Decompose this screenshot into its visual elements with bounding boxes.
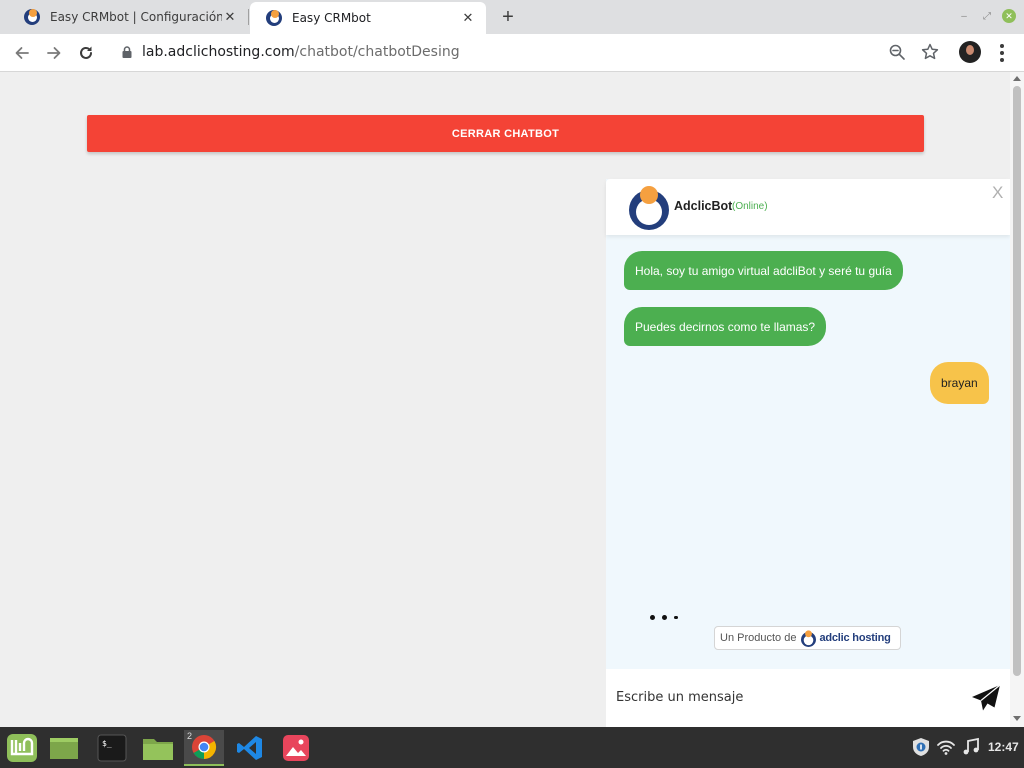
- tab-title: Easy CRMbot | Configuración: [50, 10, 222, 24]
- reload-button[interactable]: [74, 41, 98, 65]
- system-clock[interactable]: 12:47: [988, 740, 1019, 754]
- brand-name-hosting: hosting: [849, 632, 891, 644]
- arrow-left-icon: [15, 47, 29, 59]
- bookmark-star-icon[interactable]: [920, 42, 940, 62]
- adclic-favicon-icon: [24, 9, 40, 25]
- arrow-right-icon: [47, 47, 61, 59]
- close-chatbot-button[interactable]: CERRAR CHATBOT: [87, 115, 924, 152]
- tab-close-icon[interactable]: ✕: [460, 10, 476, 26]
- reload-icon: [80, 46, 92, 59]
- bot-message: Hola, soy tu amigo virtual adcliBot y se…: [624, 251, 903, 290]
- profile-avatar[interactable]: [959, 41, 981, 63]
- new-tab-button[interactable]: +: [497, 6, 519, 28]
- url-host: lab.adclichosting.com: [142, 44, 295, 60]
- back-button[interactable]: [10, 41, 34, 65]
- bot-name: AdclicBot: [674, 199, 733, 213]
- image-viewer-icon: [283, 735, 309, 761]
- sound-music-icon[interactable]: [961, 737, 981, 757]
- shield-update-icon[interactable]: [911, 737, 931, 757]
- browser-toolbar: lab.adclichosting.com/chatbot/chatbotDes…: [0, 34, 1024, 72]
- bot-message: Puedes decirnos como te llamas?: [624, 307, 827, 346]
- brand-name-adclic: adclic: [819, 632, 850, 644]
- adclic-logo-icon: [801, 629, 817, 647]
- chatbot-widget: AdclicBot (Online) X Hola, soy tu amigo …: [606, 179, 1010, 727]
- address-bar[interactable]: lab.adclichosting.com/chatbot/chatbotDes…: [106, 37, 952, 67]
- minimize-window-icon[interactable]: –: [957, 9, 971, 23]
- tab-easy-crmbot[interactable]: Easy CRMbot ✕: [250, 2, 486, 34]
- bot-status: (Online): [732, 201, 768, 212]
- maximize-window-icon[interactable]: ⤢: [980, 9, 994, 23]
- zoom-icon[interactable]: [888, 43, 906, 61]
- powered-by-badge: Un Producto de adclic hosting: [714, 626, 901, 650]
- chrome-icon: [192, 735, 217, 759]
- tab-title: Easy CRMbot: [292, 11, 371, 25]
- svg-text:$_: $_: [102, 739, 112, 748]
- user-message: brayan: [930, 362, 989, 404]
- url-text: lab.adclichosting.com/chatbot/chatbotDes…: [142, 44, 460, 60]
- page-scrollbar[interactable]: [1010, 72, 1024, 727]
- taskbar-show-desktop[interactable]: [44, 730, 84, 766]
- tab-divider: [248, 9, 249, 25]
- scroll-up-arrow-icon[interactable]: [1013, 76, 1021, 81]
- url-path: /chatbot/chatbotDesing: [294, 44, 460, 60]
- browser-menu-icon[interactable]: [992, 43, 1012, 63]
- tab-close-icon[interactable]: ✕: [222, 9, 238, 25]
- powered-by-brand: adclic hosting: [819, 632, 890, 644]
- linux-mint-icon: [7, 734, 37, 762]
- taskbar-vscode[interactable]: [230, 730, 270, 766]
- scroll-down-arrow-icon[interactable]: [1013, 716, 1021, 721]
- lock-icon: [122, 46, 132, 58]
- adclicbot-logo-icon: [629, 186, 669, 230]
- terminal-icon: $_: [97, 734, 127, 762]
- vscode-icon: [237, 736, 262, 760]
- window-count-badge: 2: [187, 731, 193, 741]
- os-taskbar: $_ 2 12:47: [0, 727, 1024, 768]
- folder-icon: [143, 739, 173, 760]
- taskbar-files[interactable]: [138, 730, 178, 766]
- taskbar-image-viewer[interactable]: [276, 730, 316, 766]
- message-input[interactable]: [616, 685, 956, 709]
- forward-button[interactable]: [42, 41, 66, 65]
- page-content: CERRAR CHATBOT AdclicBot (Online) X Hola…: [0, 72, 1010, 727]
- chat-close-button[interactable]: X: [992, 183, 1003, 203]
- typing-indicator: [650, 615, 678, 620]
- mint-menu-button[interactable]: [2, 730, 42, 766]
- close-window-icon[interactable]: ✕: [1002, 9, 1016, 23]
- desktop-icon: [50, 738, 78, 759]
- browser-tabstrip: Easy CRMbot | Configuración ✕ Easy CRMbo…: [0, 0, 1024, 34]
- powered-by-text: Un Producto de: [720, 632, 797, 644]
- adclic-favicon-icon: [266, 10, 282, 26]
- message-composer: [606, 669, 1010, 727]
- scroll-thumb[interactable]: [1013, 86, 1021, 676]
- chatbot-header: AdclicBot (Online) X: [606, 179, 1010, 235]
- taskbar-chrome[interactable]: 2: [184, 730, 224, 766]
- send-icon[interactable]: [970, 683, 1002, 713]
- wifi-icon[interactable]: [936, 737, 956, 757]
- tab-configuracion[interactable]: Easy CRMbot | Configuración ✕: [8, 2, 248, 32]
- taskbar-terminal[interactable]: $_: [92, 730, 132, 766]
